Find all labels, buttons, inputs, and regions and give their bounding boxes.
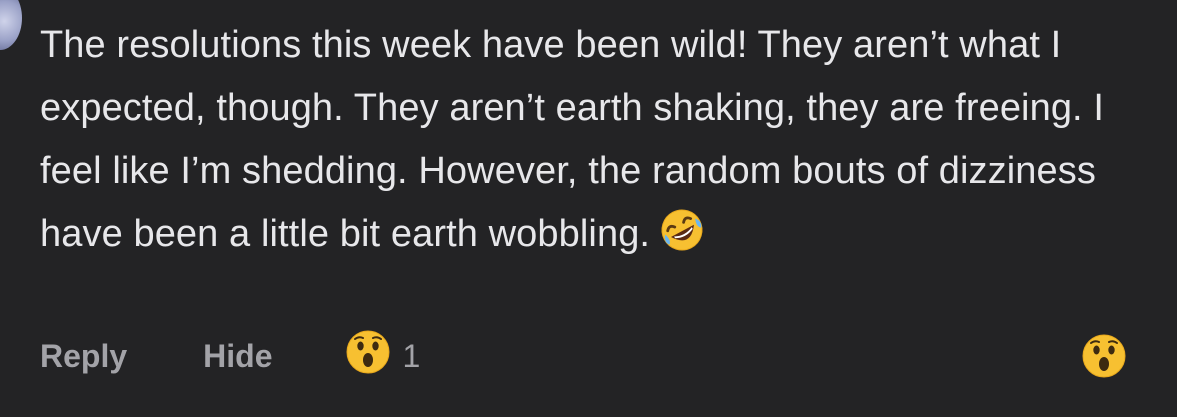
rolling-on-floor-laughing-icon: [658, 206, 706, 274]
reaction-count: 1: [402, 337, 421, 374]
comment-body: The resolutions this week have been wild…: [40, 14, 1155, 274]
hide-button[interactable]: Hide: [203, 338, 272, 375]
reaction-summary[interactable]: 1: [344, 328, 420, 384]
surprised-face-icon: [1080, 334, 1128, 384]
comment-actions: Reply Hide 1: [40, 330, 420, 379]
comment-container: The resolutions this week have been wild…: [0, 0, 1177, 417]
surprised-face-icon: [344, 328, 392, 384]
reply-button[interactable]: Reply: [40, 338, 127, 375]
react-button[interactable]: [1080, 332, 1128, 380]
comment-text: The resolutions this week have been wild…: [40, 24, 1105, 255]
avatar[interactable]: [0, 0, 22, 50]
